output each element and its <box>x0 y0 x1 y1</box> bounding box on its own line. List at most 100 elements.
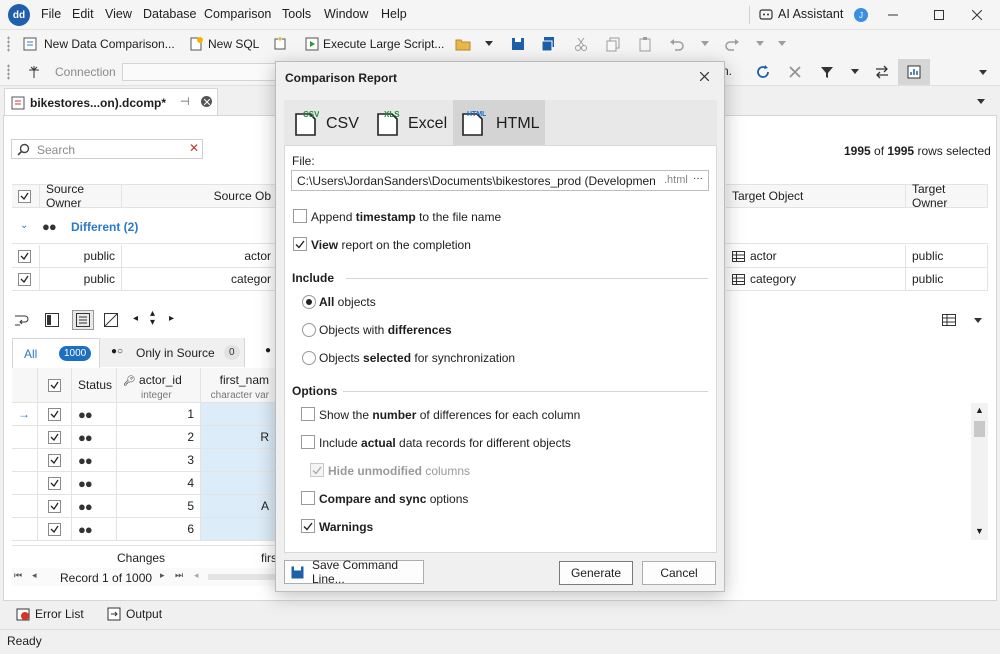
up-down-icon[interactable]: ▴ ▾ <box>150 309 155 328</box>
redo-icon[interactable] <box>724 36 740 52</box>
new-sql-button[interactable]: New SQL <box>208 37 259 51</box>
previous-column-icon[interactable]: ◂ <box>133 313 138 324</box>
menu-file[interactable]: File <box>41 7 61 21</box>
error-list-tab[interactable]: Error List <box>35 607 84 621</box>
menu-tools[interactable]: Tools <box>282 7 311 21</box>
select-all-records-checkbox[interactable] <box>48 378 61 392</box>
close-window-button[interactable] <box>954 0 1000 30</box>
minimize-button[interactable] <box>870 0 916 30</box>
select-all-checkbox[interactable] <box>18 189 31 203</box>
scroll-left-icon[interactable]: ◂ <box>194 570 199 581</box>
chevron-down-icon[interactable] <box>974 318 982 323</box>
include-actual-checkbox[interactable] <box>301 435 315 449</box>
include-differences-radio[interactable] <box>302 323 316 337</box>
cut-icon[interactable] <box>573 36 589 52</box>
column-header-source-object[interactable]: Source Ob <box>122 184 278 208</box>
hide-unmodified-checkbox[interactable] <box>310 463 324 477</box>
warnings-checkbox[interactable] <box>301 519 315 533</box>
scroll-up-icon[interactable]: ▲ <box>975 405 984 415</box>
report-button[interactable] <box>898 59 930 85</box>
tab-excel[interactable]: XLS Excel <box>370 100 454 145</box>
add-icon[interactable] <box>272 36 288 52</box>
file-path-input[interactable]: C:\Users\JordanSanders\Documents\bikesto… <box>291 170 709 191</box>
last-record-icon[interactable]: ⏭ <box>175 570 183 581</box>
record-checkbox-cell[interactable] <box>38 495 72 518</box>
record-checkbox-cell[interactable] <box>38 403 72 426</box>
copy-icon[interactable] <box>605 36 621 52</box>
hide-columns-icon[interactable] <box>104 313 118 327</box>
row-checkbox[interactable] <box>48 476 61 490</box>
chevron-down-icon[interactable] <box>979 70 987 75</box>
record-view-button[interactable] <box>72 310 94 330</box>
record-checkbox-cell[interactable] <box>38 426 72 449</box>
column-header-target-owner[interactable]: Target Owner <box>906 182 988 210</box>
pin-icon[interactable]: ⊣ <box>180 95 190 108</box>
search-input[interactable]: Search ✕ <box>11 139 203 159</box>
close-dialog-icon[interactable] <box>700 72 709 81</box>
cancel-button[interactable]: Cancel <box>642 561 716 585</box>
chevron-down-icon[interactable] <box>701 41 709 46</box>
tab-html[interactable]: HTML HTML <box>453 100 545 145</box>
column-header-source-owner[interactable]: Source Owner <box>40 182 122 210</box>
chevron-down-icon[interactable] <box>977 99 985 104</box>
scroll-down-icon[interactable]: ▼ <box>975 526 984 536</box>
row-checkbox[interactable] <box>18 249 31 263</box>
first-record-icon[interactable]: ⏮ <box>14 570 22 581</box>
next-record-icon[interactable]: ▸ <box>160 570 165 581</box>
tab-only-in-source[interactable]: ●○ Only in Source 0 <box>100 338 245 367</box>
stop-icon[interactable] <box>787 64 803 80</box>
chevron-down-icon[interactable] <box>778 41 786 46</box>
word-wrap-icon[interactable] <box>14 313 30 327</box>
include-all-radio[interactable] <box>302 295 316 309</box>
record-checkbox-cell[interactable] <box>38 518 72 541</box>
row-checkbox[interactable] <box>18 272 31 286</box>
next-column-icon[interactable]: ▸ <box>169 313 174 324</box>
column-header-target-object[interactable]: Target Object <box>726 184 906 208</box>
select-all-records-cell[interactable] <box>38 368 72 403</box>
chevron-down-icon[interactable] <box>485 41 493 46</box>
connection-combo[interactable] <box>122 63 282 81</box>
document-tab[interactable]: bikestores...on).dcomp* ⊣ <box>4 88 218 116</box>
new-data-comparison-button[interactable]: New Data Comparison... <box>44 37 175 51</box>
row-checkbox[interactable] <box>48 430 61 444</box>
tab-more-status-icon[interactable]: ● <box>265 345 271 356</box>
filter-icon[interactable] <box>819 64 835 80</box>
menu-database[interactable]: Database <box>143 7 197 21</box>
row-checkbox-cell[interactable] <box>12 245 40 268</box>
show-number-checkbox[interactable] <box>301 407 315 421</box>
compare-sync-checkbox[interactable] <box>301 491 315 505</box>
output-tab[interactable]: Output <box>126 607 162 621</box>
grid-layout-icon[interactable] <box>942 314 956 326</box>
vertical-scrollbar[interactable]: ▲ ▼ <box>971 403 988 540</box>
include-selected-radio[interactable] <box>302 351 316 365</box>
clear-search-icon[interactable]: ✕ <box>189 141 199 155</box>
menu-edit[interactable]: Edit <box>72 7 94 21</box>
save-icon[interactable] <box>510 36 526 52</box>
ai-assistant-button[interactable]: AI Assistant <box>778 7 843 21</box>
swap-icon[interactable] <box>874 64 890 80</box>
scrollbar-thumb[interactable] <box>974 421 985 437</box>
column-header-actor-id[interactable]: 🔑︎ actor_id integer <box>117 368 201 403</box>
user-avatar[interactable]: J <box>854 8 868 22</box>
generate-button[interactable]: Generate <box>559 561 633 585</box>
refresh-icon[interactable] <box>755 64 771 80</box>
save-all-icon[interactable] <box>540 36 556 52</box>
menu-help[interactable]: Help <box>381 7 407 21</box>
collapse-chevron-icon[interactable]: ⌄ <box>20 220 28 231</box>
menu-view[interactable]: View <box>105 7 132 21</box>
row-checkbox[interactable] <box>48 499 61 513</box>
split-view-icon[interactable] <box>45 313 59 327</box>
row-checkbox-cell[interactable] <box>12 268 40 291</box>
row-checkbox[interactable] <box>48 453 61 467</box>
row-checkbox[interactable] <box>48 522 61 536</box>
view-report-checkbox[interactable] <box>293 237 307 251</box>
column-header-status[interactable]: Status <box>72 368 117 403</box>
tab-csv[interactable]: CSV CSV <box>284 100 370 145</box>
tab-all[interactable]: All 1000 <box>12 338 100 368</box>
paste-icon[interactable] <box>637 36 653 52</box>
select-all-checkbox-cell[interactable] <box>12 184 40 208</box>
record-checkbox-cell[interactable] <box>38 449 72 472</box>
browse-button[interactable]: ··· <box>693 173 703 184</box>
save-command-line-button[interactable]: Save Command Line... <box>284 558 424 586</box>
column-header-first-name[interactable]: first_nam character var <box>201 368 276 403</box>
